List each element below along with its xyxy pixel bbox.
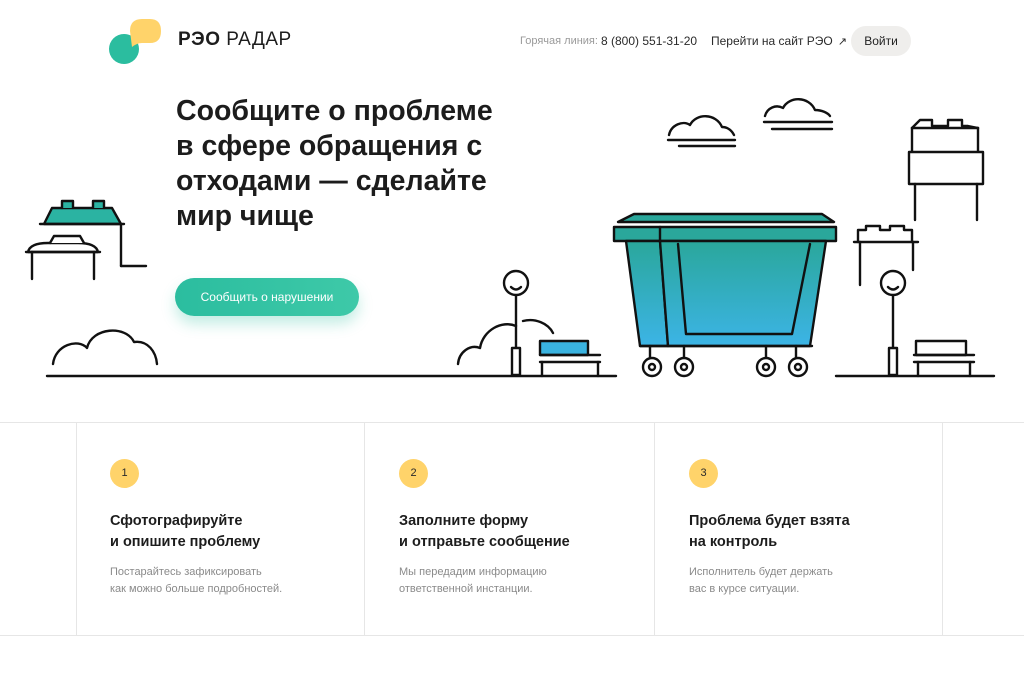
hero-title: Сообщите о проблеме в сфере обращения с …: [176, 95, 493, 232]
reo-site-link[interactable]: Перейти на сайт РЭО ↗: [711, 34, 847, 48]
divider: [76, 423, 77, 635]
step-card: 3 Проблема будет взята на контроль Испол…: [689, 423, 949, 635]
step-text: Мы передадим информацию ответственной ин…: [399, 566, 547, 595]
brand-bold: РЭО: [178, 29, 221, 50]
step-number: 2: [399, 459, 428, 488]
logo-icon[interactable]: [108, 17, 162, 65]
small-building-icon: [852, 224, 920, 287]
lamp-post-icon: [502, 269, 530, 377]
hotline-label: Горячая линия:: [520, 35, 598, 47]
bench-icon: [912, 339, 976, 378]
arrow-up-right-icon: ↗: [837, 36, 847, 48]
brand-light: РАДАР: [226, 29, 292, 50]
step-title: Проблема будет взята на контроль: [689, 513, 850, 550]
step-card: 1 Сфотографируйте и опишите проблему Пос…: [110, 423, 370, 635]
right-building-icon: [907, 118, 985, 222]
lamp-post-icon: [879, 269, 907, 377]
steps-section: 1 Сфотографируйте и опишите проблему Пос…: [0, 422, 1024, 636]
hotline-phone[interactable]: 8 (800) 551-31-20: [601, 34, 697, 48]
bench-icon: [538, 339, 602, 378]
step-title: Заполните форму и отправьте сообщение: [399, 513, 570, 550]
step-text: Исполнитель будет держать вас в курсе си…: [689, 566, 833, 595]
step-card: 2 Заполните форму и отправьте сообщение …: [399, 423, 659, 635]
step-text: Постарайтесь зафиксировать как можно бол…: [110, 566, 283, 595]
step-number: 1: [110, 459, 139, 488]
left-building-icon: [24, 199, 148, 281]
cloud-icon: [666, 115, 737, 148]
bush-icon: [51, 329, 159, 366]
bush-icon: [456, 323, 518, 366]
reo-site-link-label: Перейти на сайт РЭО: [711, 34, 833, 48]
report-violation-button[interactable]: Сообщить о нарушении: [175, 278, 359, 316]
step-title: Сфотографируйте и опишите проблему: [110, 513, 261, 550]
cloud-icon: [762, 98, 834, 131]
brand-name[interactable]: РЭО РАДАР: [178, 29, 292, 51]
waste-container-icon: [612, 212, 838, 378]
step-number: 3: [689, 459, 718, 488]
login-button[interactable]: Войти: [851, 26, 911, 56]
